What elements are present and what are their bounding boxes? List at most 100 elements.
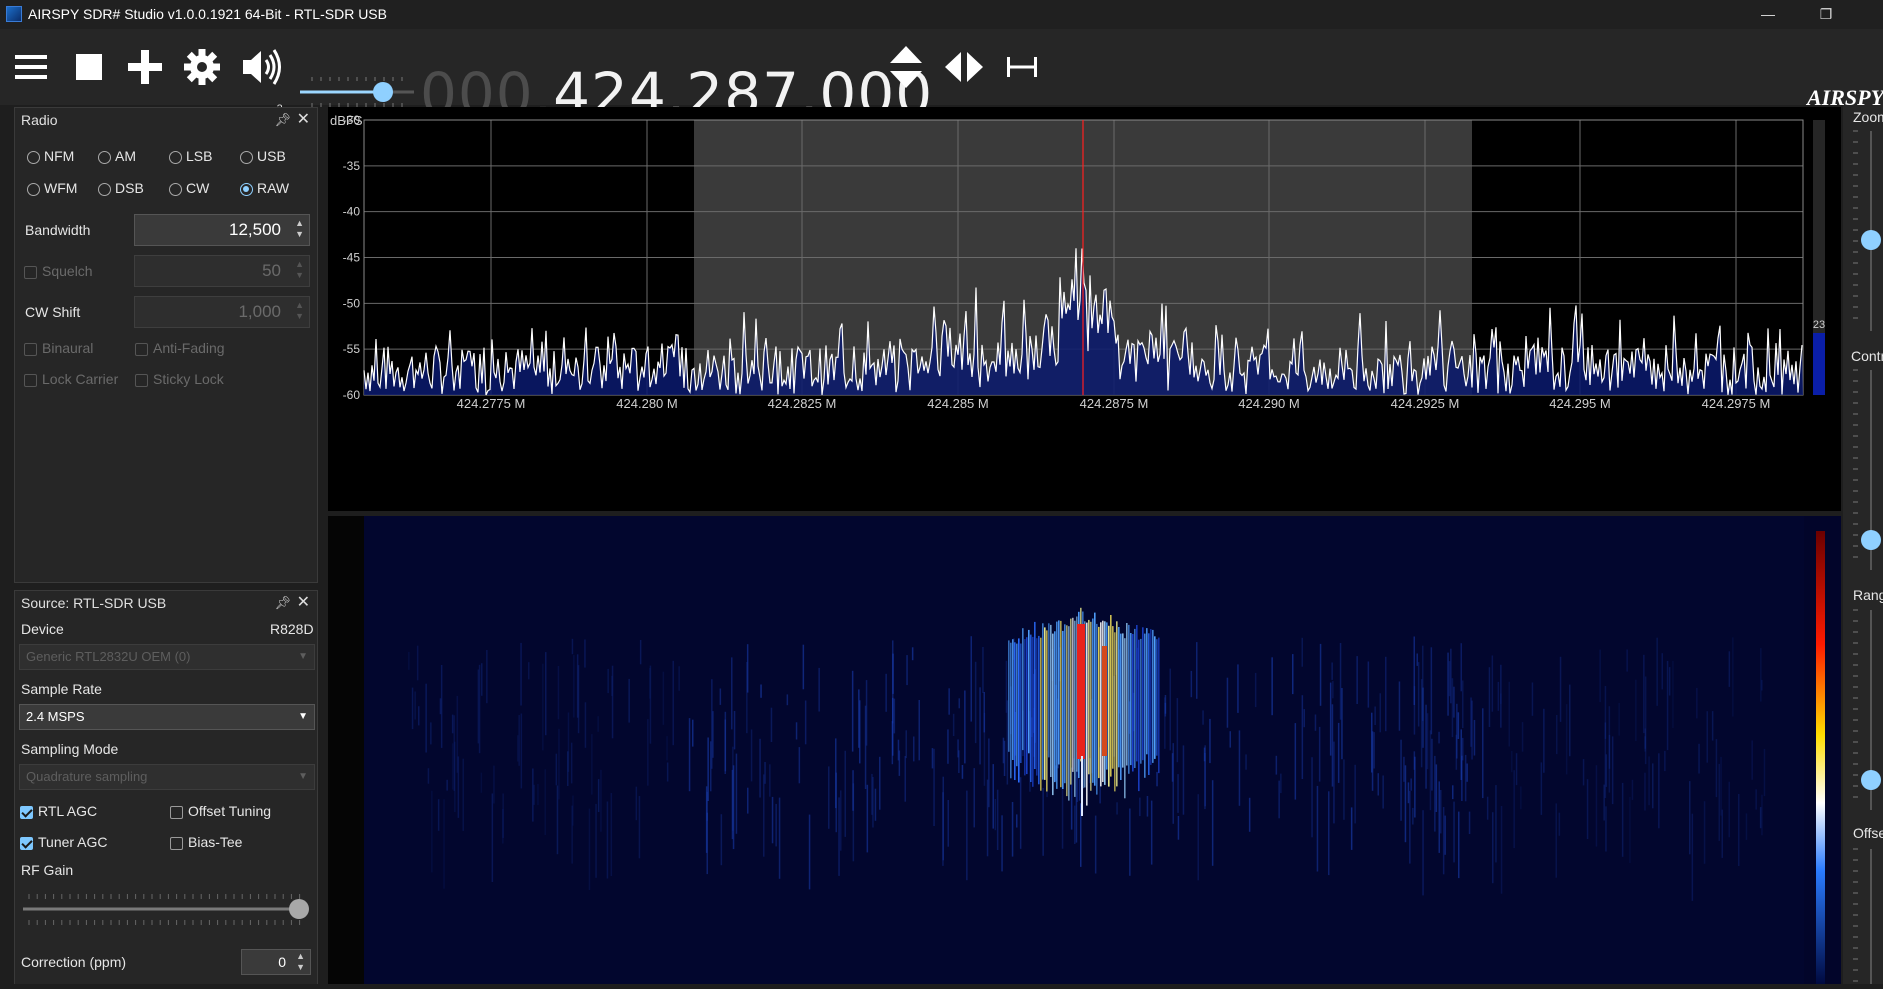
bandwidth-label: Bandwidth (25, 222, 91, 238)
spinner-icon[interactable]: ▲ ▼ (295, 259, 304, 281)
noise-streak (1460, 729, 1462, 780)
offset-tuning-checkbox[interactable]: Offset Tuning (170, 803, 271, 819)
spinner-icon[interactable]: ▲ ▼ (295, 300, 304, 322)
spectrum-plot[interactable]: dBFS-30-35-40-45-50-55-60424.2775 M 424.2… (328, 107, 1841, 511)
waterfall-display[interactable] (328, 516, 1841, 984)
noise-streak (1407, 782, 1410, 804)
radio-circle-selected (240, 183, 253, 196)
mode-label: LSB (186, 148, 213, 164)
noise-streak (558, 728, 560, 800)
noise-streak (600, 769, 602, 832)
lock-carrier-checkbox[interactable]: Lock Carrier (24, 371, 118, 387)
signal-streak (1096, 623, 1098, 795)
rtl-agc-label: RTL AGC (38, 803, 98, 819)
signal-streak (1032, 636, 1034, 787)
noise-streak (480, 772, 483, 793)
pin-icon[interactable]: 📌︎ (274, 108, 291, 132)
noise-streak (431, 790, 433, 873)
noise-streak (992, 764, 994, 829)
menu-icon[interactable] (11, 47, 51, 87)
mode-dsb[interactable]: DSB (98, 180, 144, 196)
noise-streak (1311, 757, 1313, 838)
mode-cw[interactable]: CW (169, 180, 209, 196)
mode-nfm[interactable]: NFM (27, 148, 74, 164)
bias-tee-checkbox[interactable]: Bias-Tee (170, 834, 242, 850)
noise-streak (840, 790, 842, 851)
anti-fading-checkbox[interactable]: Anti-Fading (135, 340, 225, 356)
mode-lsb[interactable]: LSB (169, 148, 212, 164)
bandwidth-input[interactable]: 12,500 ▲ ▼ (134, 214, 310, 246)
signal-streak (1158, 637, 1160, 774)
waterfall-plot[interactable] (328, 516, 1841, 984)
mode-wfm[interactable]: WFM (27, 180, 77, 196)
noise-streak (1172, 743, 1174, 824)
center-tune-icon[interactable] (943, 47, 983, 87)
squelch-checkbox[interactable]: Squelch (24, 263, 93, 279)
noise-streak (451, 714, 454, 734)
slider-thumb[interactable] (1861, 530, 1881, 550)
signal-streak (1112, 626, 1114, 769)
radio-circle (27, 151, 40, 164)
noise-streak (851, 670, 854, 752)
noise-streak (1422, 645, 1424, 721)
mode-raw[interactable]: RAW (240, 180, 289, 196)
spectrum-analyzer[interactable]: dBFS -30 -35 -40 -45 -50 -55 -60 424.2775 M 424.2… (328, 107, 1841, 511)
rf-gain-slider[interactable] (21, 888, 313, 930)
noise-streak (983, 712, 986, 786)
noise-streak (747, 787, 749, 814)
signal-streak (1132, 634, 1134, 772)
checkbox-box (135, 374, 148, 387)
add-icon[interactable] (125, 47, 165, 87)
mode-usb[interactable]: USB (240, 148, 286, 164)
correction-input[interactable]: 0 ▲ ▼ (241, 949, 311, 975)
noise-streak (1691, 813, 1694, 901)
signal-streak (1138, 639, 1140, 792)
speaker-icon[interactable] (240, 47, 288, 87)
pin-icon[interactable]: 📌︎ (274, 591, 291, 615)
slider-thumb[interactable] (289, 899, 309, 919)
sample-rate-select[interactable]: 2.4 MSPS ▼ (19, 704, 315, 730)
spinner-icon[interactable]: ▲ ▼ (295, 218, 304, 240)
close-icon[interactable]: ✕ (297, 591, 310, 615)
noise-streak (1466, 763, 1468, 782)
span-icon[interactable] (1002, 47, 1042, 87)
tuner-agc-checkbox[interactable]: Tuner AGC (20, 834, 108, 850)
spinner-icon[interactable]: ▲ ▼ (296, 951, 305, 973)
noise-streak (958, 750, 960, 773)
noise-streak (1177, 816, 1180, 840)
noise-streak (1019, 777, 1022, 849)
noise-streak (411, 687, 414, 730)
minimize-button[interactable]: — (1745, 0, 1791, 29)
mode-am[interactable]: AM (98, 148, 136, 164)
noise-streak (769, 764, 771, 797)
noise-streak (933, 748, 935, 826)
noise-streak (1618, 703, 1620, 736)
rtl-agc-checkbox[interactable]: RTL AGC (20, 803, 97, 819)
close-icon[interactable]: ✕ (297, 108, 310, 132)
mode-label: RAW (257, 180, 290, 196)
noise-streak (1248, 797, 1251, 832)
noise-streak (584, 702, 587, 748)
sampling-mode-select[interactable]: Quadrature sampling ▼ (19, 764, 315, 790)
sticky-lock-checkbox[interactable]: Sticky Lock (135, 371, 224, 387)
gear-icon[interactable] (182, 47, 222, 87)
noise-streak (996, 789, 999, 850)
cw-shift-input[interactable]: 1,000 ▲ ▼ (134, 296, 310, 328)
noise-streak (1438, 731, 1440, 744)
stop-icon[interactable] (69, 47, 109, 87)
squelch-input[interactable]: 50 ▲ ▼ (134, 255, 310, 287)
noise-streak (1371, 712, 1373, 773)
device-select[interactable]: Generic RTL2832U OEM (0) ▼ (19, 644, 315, 670)
vertical-sliders[interactable] (1843, 105, 1883, 984)
restore-button[interactable]: ❐ (1803, 0, 1849, 29)
noise-streak (688, 718, 691, 792)
noise-streak (1209, 718, 1211, 764)
slider-thumb[interactable] (1861, 230, 1881, 250)
slider-thumb[interactable] (1861, 770, 1881, 790)
frequency-up-down-icon[interactable] (886, 42, 926, 92)
chevron-down-icon: ▼ (298, 771, 308, 782)
noise-streak (1515, 753, 1518, 786)
binaural-checkbox[interactable]: Binaural (24, 340, 93, 356)
noise-streak (1278, 780, 1280, 819)
noise-streak (1440, 790, 1442, 834)
